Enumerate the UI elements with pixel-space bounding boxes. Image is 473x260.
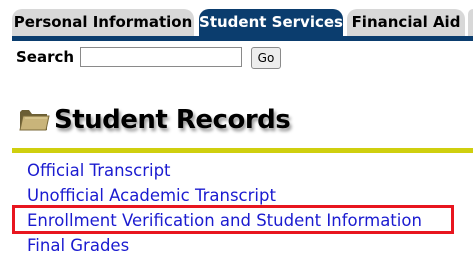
link-label[interactable]: Official Transcript bbox=[27, 161, 171, 180]
link-final-grades[interactable]: Final Grades bbox=[27, 235, 422, 260]
link-official-transcript[interactable]: Official Transcript bbox=[27, 160, 422, 185]
tab-overflow[interactable] bbox=[468, 9, 473, 36]
highlight-box bbox=[12, 205, 454, 234]
tab-bar: Personal Information Student Services Fi… bbox=[0, 0, 473, 41]
link-label[interactable]: Unofficial Academic Transcript bbox=[27, 186, 276, 205]
go-button[interactable]: Go bbox=[251, 47, 281, 69]
folder-icon bbox=[19, 110, 50, 131]
tab-financial-aid[interactable]: Financial Aid bbox=[347, 9, 465, 36]
tab-personal-information[interactable]: Personal Information bbox=[12, 9, 194, 36]
search-label: Search bbox=[16, 48, 75, 66]
page-title: Student Records bbox=[54, 105, 291, 135]
section-divider bbox=[12, 148, 473, 153]
link-label[interactable]: Final Grades bbox=[27, 236, 129, 255]
search-input[interactable] bbox=[80, 47, 242, 67]
tab-underline bbox=[12, 36, 473, 41]
tab-student-services[interactable]: Student Services bbox=[199, 9, 343, 36]
